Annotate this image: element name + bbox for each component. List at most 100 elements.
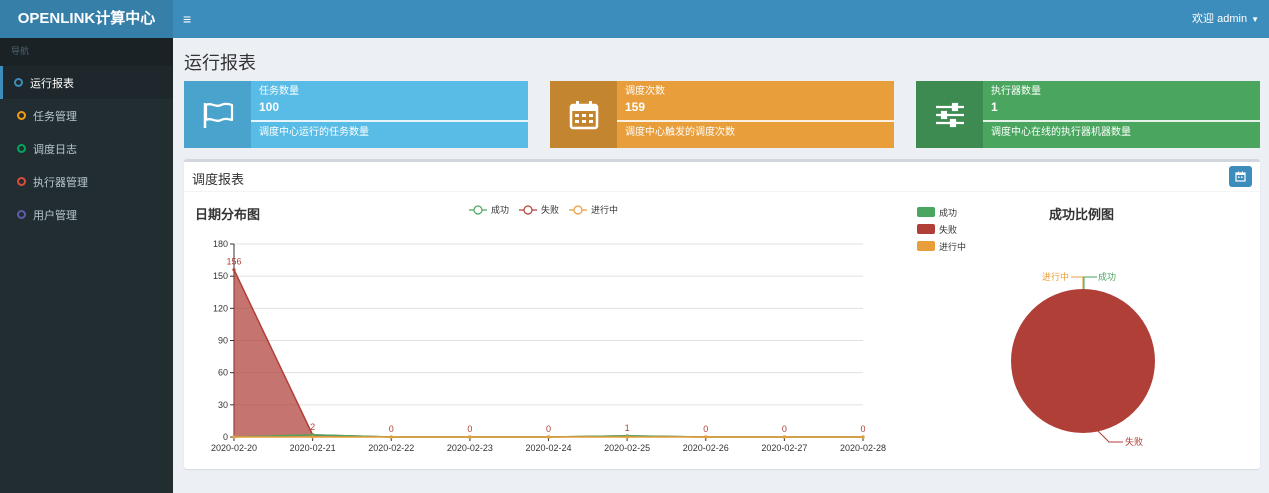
circle-icon (17, 177, 26, 186)
info-box-schedule-count: 调度次数 159 调度中心触发的调度次数 (550, 81, 894, 148)
pie-label-line (1083, 276, 1097, 289)
sidebar-header: 导航 (0, 38, 173, 66)
data-point (311, 435, 315, 439)
progress-bar (617, 120, 894, 122)
sidebar-item-schedule-log[interactable]: 调度日志 (0, 132, 173, 165)
sidebar-item-label: 执行器管理 (33, 176, 88, 189)
legend-marker (523, 205, 533, 215)
data-label: 2 (310, 422, 315, 432)
sidebar-item-label: 用户管理 (33, 209, 77, 222)
info-box-description: 调度中心触发的调度次数 (625, 127, 735, 138)
schedule-report-box: 调度报表 日期分布图 成功比例图 0 30 60 90 120 150 180 2020-02… (184, 159, 1260, 469)
series-area-2 (234, 269, 863, 437)
y-tick-label: 0 (223, 432, 228, 442)
circle-icon (17, 111, 26, 120)
pie-slice-2 (1011, 289, 1155, 433)
sidebar-item-label: 任务管理 (33, 110, 77, 123)
y-tick-label: 150 (213, 271, 228, 281)
circle-icon (17, 144, 26, 153)
top-navbar: OPENLINK计算中心 ≡ 欢迎 admin ▼ (0, 0, 1269, 38)
y-tick-label: 180 (213, 239, 228, 249)
data-label: 0 (389, 424, 394, 434)
x-tick-label: 2020-02-28 (840, 443, 886, 453)
data-point (625, 435, 629, 439)
y-tick-label: 120 (213, 303, 228, 313)
x-tick-label: 2020-02-27 (761, 443, 807, 453)
x-tick-label: 2020-02-22 (368, 443, 414, 453)
y-tick-label: 60 (218, 368, 228, 378)
data-point (232, 268, 236, 272)
data-label: 156 (226, 257, 241, 267)
data-point (704, 435, 708, 439)
sidebar-toggle-button[interactable]: ≡ (183, 0, 191, 38)
sidebar-item-run-report[interactable]: 运行报表 (0, 66, 173, 99)
user-label: 欢迎 admin (1192, 13, 1248, 25)
info-box-task-count: 任务数量 100 调度中心运行的任务数量 (184, 81, 528, 148)
y-tick-label: 30 (218, 400, 228, 410)
pie-label: 成功 (1098, 271, 1116, 282)
progress-bar (251, 120, 528, 122)
data-point (546, 435, 551, 439)
sidebar-item-label: 调度日志 (33, 143, 77, 156)
data-point (861, 435, 865, 439)
circle-icon (17, 210, 26, 219)
data-point (389, 435, 393, 439)
sidebar-item-user-manage[interactable]: 用户管理 (0, 198, 173, 231)
legend-label: 失败 (541, 204, 559, 215)
info-box-description: 调度中心运行的任务数量 (259, 127, 369, 138)
info-box-value: 159 (625, 100, 646, 114)
charts-canvas: 03060901201501802020-02-20 2020-02-21 2020… (211, 204, 1155, 453)
data-label: 0 (782, 424, 787, 434)
pie-label-line (1096, 429, 1123, 443)
x-tick-label: 2020-02-24 (525, 443, 571, 453)
sidebar-item-label: 运行报表 (30, 77, 74, 90)
info-box-value: 1 (991, 100, 998, 114)
data-point (782, 435, 786, 439)
x-tick-label: 2020-02-21 (290, 443, 336, 453)
legend-marker (573, 205, 583, 215)
circle-icon (14, 78, 23, 87)
legend-label: 进行中 (939, 241, 966, 252)
series-line-2 (233, 269, 863, 438)
legend-swatch (917, 224, 935, 234)
legend-label: 失败 (939, 224, 957, 235)
x-tick-label: 2020-02-25 (604, 443, 650, 453)
sidebar-item-task-manage[interactable]: 任务管理 (0, 99, 173, 132)
info-box-description: 调度中心在线的执行器机器数量 (991, 127, 1131, 138)
caret-down-icon: ▼ (1251, 15, 1259, 24)
data-label: 0 (546, 424, 551, 434)
data-point (232, 435, 236, 439)
info-box-label: 执行器数量 (991, 86, 1041, 97)
page-title: 运行报表 (184, 53, 256, 73)
x-tick-label: 2020-02-23 (447, 443, 493, 453)
legend-swatch (917, 207, 935, 217)
y-tick-label: 90 (218, 336, 228, 346)
user-menu[interactable]: 欢迎 admin ▼ (1192, 0, 1259, 38)
info-box-label: 调度次数 (625, 86, 665, 97)
pie-label-line (1071, 276, 1084, 289)
data-label: 1 (625, 423, 630, 433)
flag-icon (184, 81, 251, 148)
sliders-icon (916, 81, 983, 148)
pie-label: 进行中 (1042, 271, 1069, 282)
progress-bar (983, 120, 1260, 122)
data-label: 0 (703, 424, 708, 434)
x-tick-label: 2020-02-26 (683, 443, 729, 453)
info-box-label: 任务数量 (259, 86, 299, 97)
data-label: 0 (467, 424, 472, 434)
legend-label: 成功 (491, 204, 509, 215)
pie-label: 失败 (1125, 436, 1143, 447)
info-box-value: 100 (259, 100, 280, 114)
sidebar-item-executor-manage[interactable]: 执行器管理 (0, 165, 173, 198)
data-label: 0 (860, 424, 865, 434)
sidebar: 导航 运行报表 任务管理 调度日志 执行器管理 用户管理 (0, 38, 173, 493)
legend-label: 成功 (939, 207, 957, 218)
legend-swatch (917, 241, 935, 251)
legend-marker (473, 205, 483, 215)
legend-label: 进行中 (591, 204, 618, 215)
data-point (468, 435, 472, 439)
app-logo[interactable]: OPENLINK计算中心 (0, 0, 173, 38)
calendar-icon (550, 81, 617, 148)
x-tick-label: 2020-02-20 (211, 443, 257, 453)
info-box-executor-count: 执行器数量 1 调度中心在线的执行器机器数量 (916, 81, 1260, 148)
